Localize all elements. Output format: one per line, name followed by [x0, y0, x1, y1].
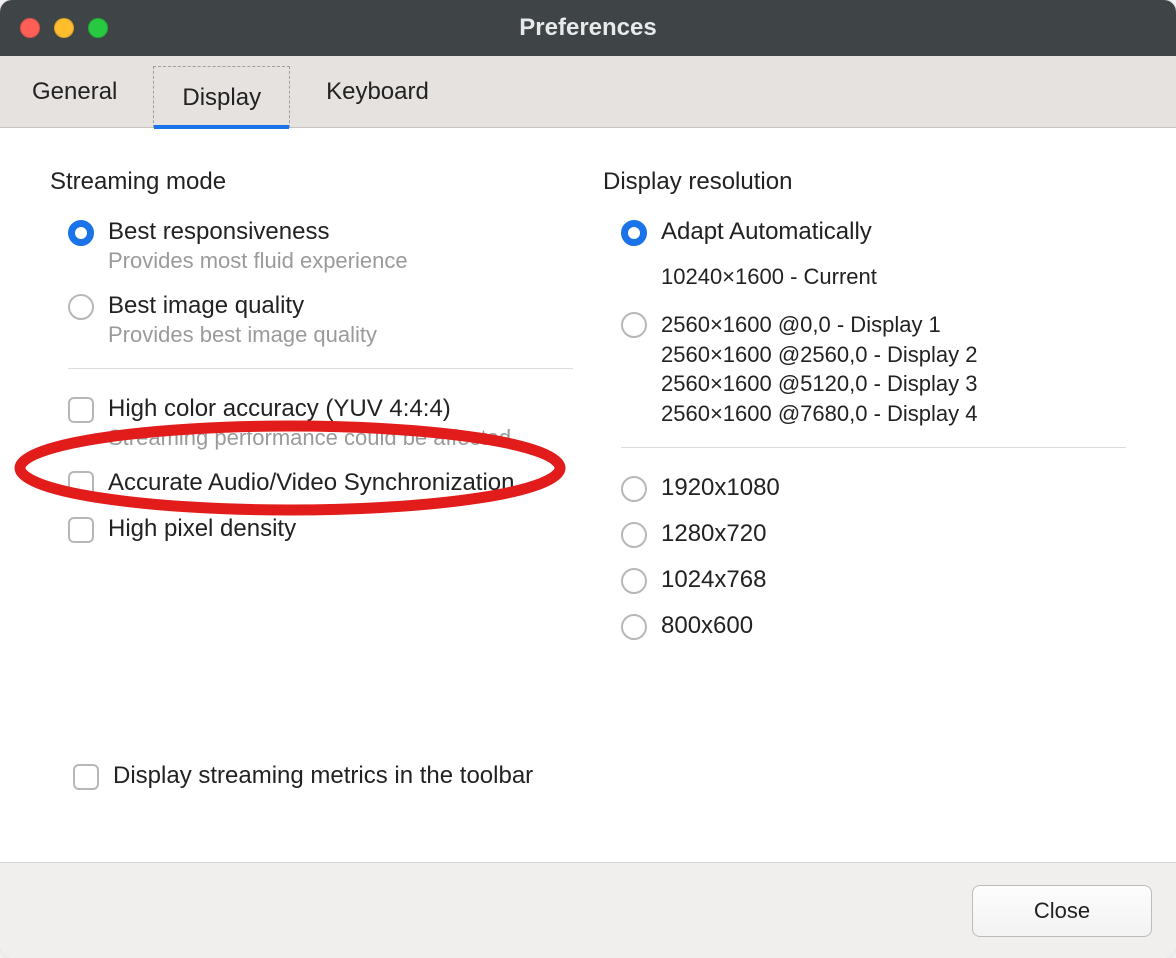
- tab-label: Keyboard: [326, 78, 429, 106]
- radio-sublabel: Provides best image quality: [108, 322, 377, 348]
- radio-1280x720[interactable]: 1280x720: [603, 520, 1126, 548]
- radio-icon: [621, 614, 647, 640]
- radio-1920x1080[interactable]: 1920x1080: [603, 474, 1126, 502]
- checkbox-label: Accurate Audio/Video Synchronization: [108, 469, 515, 497]
- resolution-column: Display resolution Adapt Automatically 1…: [603, 168, 1126, 842]
- checkbox-icon: [68, 517, 94, 543]
- tab-label: General: [32, 78, 117, 106]
- checkbox-sublabel: Streaming performance could be affected: [108, 425, 511, 451]
- radio-label: Best image quality: [108, 292, 377, 320]
- footer: Close: [0, 862, 1176, 958]
- checkbox-high-color-accuracy[interactable]: High color accuracy (YUV 4:4:4) Streamin…: [50, 395, 573, 451]
- checkbox-display-streaming-metrics[interactable]: Display streaming metrics in the toolbar: [55, 762, 533, 790]
- radio-icon: [68, 294, 94, 320]
- streaming-column: Streaming mode Best responsiveness Provi…: [50, 168, 573, 842]
- titlebar: Preferences: [0, 0, 1176, 56]
- radio-icon: [621, 312, 647, 338]
- divider: [621, 447, 1126, 448]
- checkbox-accurate-av-sync[interactable]: Accurate Audio/Video Synchronization: [50, 469, 573, 497]
- radio-800x600[interactable]: 800x600: [603, 612, 1126, 640]
- tab-keyboard[interactable]: Keyboard: [294, 56, 461, 127]
- preferences-window: Preferences General Display Keyboard Str…: [0, 0, 1176, 958]
- divider: [68, 368, 573, 369]
- radio-icon: [621, 522, 647, 548]
- radio-icon: [621, 476, 647, 502]
- checkbox-label: Display streaming metrics in the toolbar: [113, 762, 533, 790]
- section-title-resolution: Display resolution: [603, 168, 1126, 196]
- radio-label: 1024x768: [661, 566, 766, 594]
- display-line: 2560×1600 @7680,0 - Display 4: [661, 399, 978, 429]
- display-line: 2560×1600 @0,0 - Display 1: [661, 310, 978, 340]
- tab-display[interactable]: Display: [153, 66, 290, 128]
- checkbox-label: High pixel density: [108, 515, 296, 543]
- content-area: Streaming mode Best responsiveness Provi…: [0, 128, 1176, 862]
- checkbox-icon: [68, 471, 94, 497]
- radio-label: 1920x1080: [661, 474, 780, 502]
- close-button[interactable]: Close: [972, 885, 1152, 937]
- radio-1024x768[interactable]: 1024x768: [603, 566, 1126, 594]
- radio-adapt-automatically[interactable]: Adapt Automatically: [603, 218, 1126, 246]
- checkbox-icon: [68, 397, 94, 423]
- radio-label: 800x600: [661, 612, 753, 640]
- radio-best-responsiveness[interactable]: Best responsiveness Provides most fluid …: [50, 218, 573, 274]
- checkbox-icon: [73, 764, 99, 790]
- radio-label: 1280x720: [661, 520, 766, 548]
- radio-icon: [68, 220, 94, 246]
- current-resolution-text: 10240×1600 - Current: [603, 264, 1126, 290]
- display-line: 2560×1600 @2560,0 - Display 2: [661, 340, 978, 370]
- radio-sublabel: Provides most fluid experience: [108, 248, 408, 274]
- radio-icon: [621, 568, 647, 594]
- checkbox-high-pixel-density[interactable]: High pixel density: [50, 515, 573, 543]
- radio-label: Best responsiveness: [108, 218, 408, 246]
- window-title: Preferences: [0, 14, 1176, 42]
- tabbar: General Display Keyboard: [0, 56, 1176, 128]
- tab-label: Display: [182, 84, 261, 112]
- radio-best-image-quality[interactable]: Best image quality Provides best image q…: [50, 292, 573, 348]
- button-label: Close: [1034, 898, 1090, 923]
- tab-general[interactable]: General: [0, 56, 149, 127]
- checkbox-label: High color accuracy (YUV 4:4:4): [108, 395, 511, 423]
- radio-label: Adapt Automatically: [661, 218, 872, 246]
- section-title-streaming: Streaming mode: [50, 168, 573, 196]
- radio-icon: [621, 220, 647, 246]
- radio-multi-display[interactable]: 2560×1600 @0,0 - Display 1 2560×1600 @25…: [603, 310, 1126, 429]
- display-line: 2560×1600 @5120,0 - Display 3: [661, 369, 978, 399]
